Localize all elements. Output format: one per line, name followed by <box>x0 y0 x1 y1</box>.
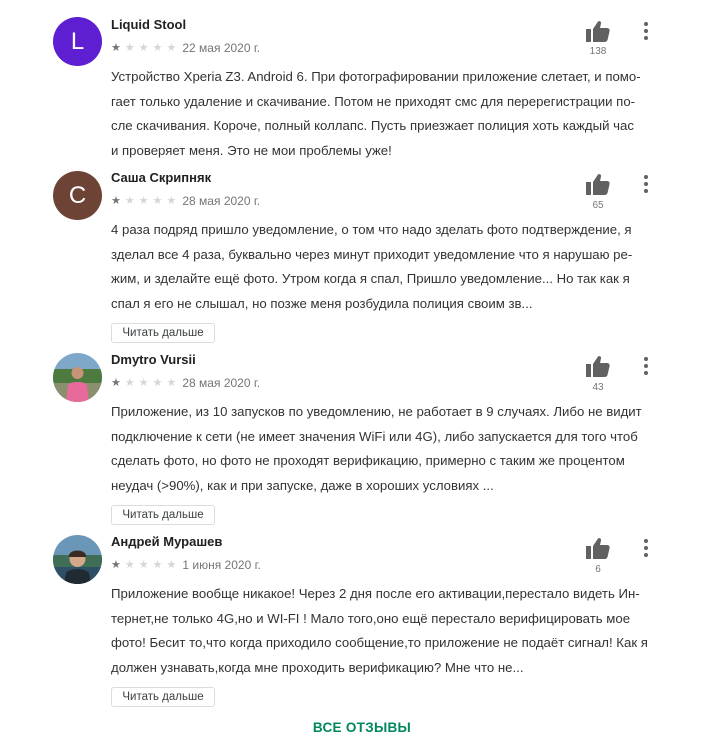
read-more-button[interactable]: Читать дальше <box>111 323 215 343</box>
star-icon: ★ <box>124 376 135 389</box>
star-icon: ★ <box>138 558 149 571</box>
review-text: Приложение вообще никакое! Через 2 дня п… <box>111 582 671 680</box>
read-more-button[interactable]: Читать дальше <box>111 505 215 525</box>
review-text-line: Приложение, из 10 запусков по уведомлени… <box>111 404 642 419</box>
star-rating: ★ ★ ★ ★ ★ 28 мая 2020 г. <box>111 376 260 390</box>
star-icon: ★ <box>166 376 177 389</box>
review-text-line: зделал все 4 раза, буквально через минут… <box>111 246 633 262</box>
star-icon: ★ <box>152 376 163 389</box>
review-text-line: фото! Бесит то,что когда приходило сообщ… <box>111 635 648 650</box>
review-text-line: Устройство Xperia Z3. Android 6. При фот… <box>111 69 641 84</box>
avatar <box>53 353 102 402</box>
review-text-line: сделать фото, но фото не проходят верифи… <box>111 453 625 468</box>
star-icon: ★ <box>152 558 163 571</box>
star-icon: ★ <box>166 41 177 54</box>
thumbs-up-icon[interactable] <box>586 355 610 377</box>
review-text-line: и проверяет меня. Это не мои проблемы уж… <box>111 142 392 158</box>
star-icon: ★ <box>111 376 121 389</box>
review-text-line: тернет,не только 4G,но и WI-FI ! Мало то… <box>111 610 631 626</box>
review-text-line: 4 раза подряд пришло уведомление, о том … <box>111 222 632 237</box>
review-text: Устройство Xperia Z3. Android 6. При фот… <box>111 65 671 163</box>
more-options-icon[interactable] <box>636 354 656 378</box>
star-icon: ★ <box>166 194 177 207</box>
read-more-button[interactable]: Читать дальше <box>111 687 215 707</box>
star-icon: ★ <box>166 558 177 571</box>
review-date: 22 мая 2020 г. <box>182 41 261 55</box>
review-author: Liquid Stool <box>111 17 187 32</box>
star-icon: ★ <box>138 194 149 207</box>
thumbs-up-icon[interactable] <box>586 537 610 559</box>
helpful-count: 6 <box>595 564 601 575</box>
review-text-line: подключение к сети (не имеет значения Wi… <box>111 428 638 444</box>
review-date: 28 мая 2020 г. <box>182 376 261 390</box>
avatar: С <box>53 171 102 220</box>
helpful-count: 65 <box>592 200 604 211</box>
star-icon: ★ <box>152 41 163 54</box>
review-text-line: сле скачивания. Короче, полный коллапс. … <box>111 118 634 133</box>
avatar: L <box>53 17 102 66</box>
helpful-count: 138 <box>589 46 607 57</box>
more-options-icon[interactable] <box>636 19 656 43</box>
review-author: Dmytro Vursii <box>111 352 196 367</box>
avatar <box>53 535 102 584</box>
review-text-line: жим, и зделайте ещё фото. Утром когда я … <box>111 271 630 286</box>
star-rating: ★ ★ ★ ★ ★ 22 мая 2020 г. <box>111 41 260 55</box>
star-icon: ★ <box>124 41 135 54</box>
review-text-line: неудач (>90%), как и при запуске, даже в… <box>111 477 494 493</box>
review-date: 1 июня 2020 г. <box>182 558 261 572</box>
profile-photo <box>53 353 102 402</box>
review-author: Саша Скрипняк <box>111 170 212 185</box>
star-icon: ★ <box>111 41 121 54</box>
star-icon: ★ <box>152 194 163 207</box>
review-text-line: Приложение вообще никакое! Через 2 дня п… <box>111 586 640 601</box>
star-icon: ★ <box>124 194 135 207</box>
review-text: 4 раза подряд пришло уведомление, о том … <box>111 218 671 316</box>
avatar-letter: L <box>70 27 85 55</box>
thumbs-up-icon[interactable] <box>586 173 610 195</box>
review-text-line: гает только удаление и скачивание. Потом… <box>111 93 636 109</box>
avatar-letter: С <box>68 181 87 209</box>
review-text-line: должен узнавать,когда мне проходить вери… <box>111 659 524 675</box>
helpful-count: 43 <box>592 382 604 393</box>
review-text: Приложение, из 10 запусков по уведомлени… <box>111 400 671 498</box>
review-author: Андрей Мурашев <box>111 534 223 549</box>
star-icon: ★ <box>111 558 121 571</box>
review-text-line: спал я его не слышал, но позже меня розб… <box>111 295 533 311</box>
star-icon: ★ <box>138 376 149 389</box>
thumbs-up-icon[interactable] <box>586 20 610 42</box>
star-icon: ★ <box>138 41 149 54</box>
more-options-icon[interactable] <box>636 172 656 196</box>
review-date: 28 мая 2020 г. <box>182 194 261 208</box>
star-rating: ★ ★ ★ ★ ★ 1 июня 2020 г. <box>111 558 261 572</box>
profile-photo <box>53 535 102 584</box>
star-icon: ★ <box>111 194 121 207</box>
all-reviews-link[interactable]: ВСЕ ОТЗЫВЫ <box>0 720 724 735</box>
star-rating: ★ ★ ★ ★ ★ 28 мая 2020 г. <box>111 194 260 208</box>
more-options-icon[interactable] <box>636 536 656 560</box>
star-icon: ★ <box>124 558 135 571</box>
